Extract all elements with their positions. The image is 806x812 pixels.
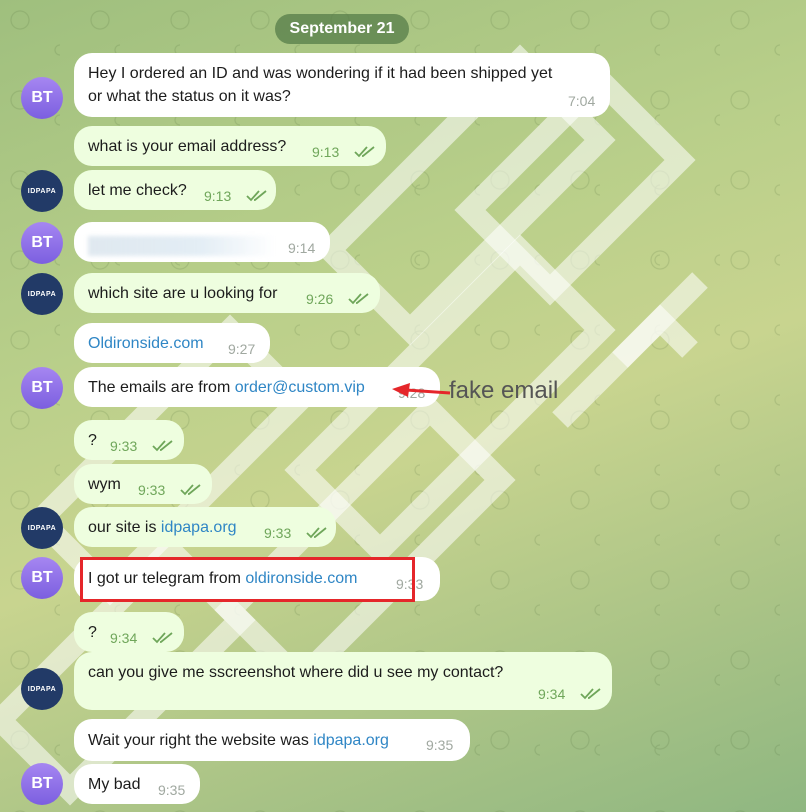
- message-text: our site is idpapa.org: [88, 516, 237, 539]
- message-text-prefix: Wait your right the website was: [88, 732, 314, 749]
- seller-avatar[interactable]: IDPAPA: [21, 507, 63, 549]
- double-check-icon: [180, 484, 201, 496]
- double-check-icon: [348, 293, 369, 305]
- message-time: 9:13: [204, 188, 232, 204]
- seller-avatar[interactable]: IDPAPA: [21, 668, 63, 710]
- message-text: ?: [88, 432, 97, 449]
- customer-avatar[interactable]: BT: [21, 557, 63, 599]
- message-link[interactable]: order@custom.vip: [235, 379, 365, 396]
- message-bubble[interactable]: My bad 9:35: [74, 764, 200, 804]
- customer-avatar[interactable]: BT: [21, 77, 63, 119]
- message-text-prefix: The emails are from: [88, 379, 235, 396]
- message-bubble[interactable]: Oldironside.com 9:27: [74, 323, 270, 363]
- message-text: My bad: [88, 776, 141, 793]
- date-separator: September 21: [275, 14, 409, 44]
- message-bubble[interactable]: The emails are from order@custom.vip 9:2…: [74, 367, 440, 407]
- double-check-icon: [354, 146, 375, 158]
- message-text: Hey I ordered an ID and was wondering if…: [88, 65, 553, 82]
- message-bubble[interactable]: let me check? 9:13: [74, 170, 276, 210]
- message-time: 9:33: [264, 525, 292, 541]
- message-text: what is your email address?: [88, 138, 287, 155]
- redacted-email: [88, 236, 276, 256]
- message-time: 9:34: [110, 630, 138, 646]
- message-text: Wait your right the website was idpapa.o…: [88, 729, 389, 752]
- message-time: 9:14: [288, 240, 316, 256]
- message-time: 9:33: [138, 482, 166, 498]
- seller-avatar[interactable]: IDPAPA: [21, 273, 63, 315]
- message-text: ?: [88, 624, 97, 641]
- message-bubble[interactable]: what is your email address? 9:13: [74, 126, 386, 166]
- message-text: or what the status on it was?: [88, 88, 291, 105]
- red-arrow-icon: [392, 383, 451, 397]
- customer-avatar[interactable]: BT: [21, 222, 63, 264]
- message-time: 7:04: [568, 93, 596, 109]
- message-bubble[interactable]: can you give me sscreenshot where did u …: [74, 652, 612, 710]
- message-bubble[interactable]: wym 9:33: [74, 464, 212, 504]
- message-bubble[interactable]: Wait your right the website was idpapa.o…: [74, 719, 470, 761]
- highlight-box: [80, 557, 415, 602]
- double-check-icon: [246, 190, 267, 202]
- message-time: 9:33: [110, 438, 138, 454]
- message-time: 9:26: [306, 291, 334, 307]
- message-time: 9:27: [228, 341, 256, 357]
- customer-avatar[interactable]: BT: [21, 763, 63, 805]
- message-bubble[interactable]: our site is idpapa.org 9:33: [74, 507, 336, 547]
- message-bubble[interactable]: Hey I ordered an ID and was wondering if…: [74, 53, 610, 117]
- message-text: let me check?: [88, 182, 187, 199]
- message-time: 9:35: [158, 782, 186, 798]
- customer-avatar[interactable]: BT: [21, 367, 63, 409]
- double-check-icon: [580, 688, 601, 700]
- message-link[interactable]: idpapa.org: [161, 519, 237, 536]
- message-time: 9:13: [312, 144, 340, 160]
- message-link[interactable]: Oldironside.com: [88, 332, 204, 355]
- message-text: The emails are from order@custom.vip: [88, 376, 365, 399]
- message-time: 9:35: [426, 737, 454, 753]
- double-check-icon: [306, 527, 327, 539]
- annotation-label: fake email: [449, 377, 559, 404]
- message-time: 9:34: [538, 686, 566, 702]
- message-text: wym: [88, 476, 121, 493]
- double-check-icon: [152, 440, 173, 452]
- double-check-icon: [152, 632, 173, 644]
- message-link[interactable]: idpapa.org: [313, 732, 389, 749]
- message-text-prefix: our site is: [88, 519, 161, 536]
- message-text: can you give me sscreenshot where did u …: [88, 664, 504, 681]
- seller-avatar[interactable]: IDPAPA: [21, 170, 63, 212]
- message-bubble[interactable]: which site are u looking for 9:26: [74, 273, 380, 313]
- message-text: which site are u looking for: [88, 285, 278, 302]
- message-bubble[interactable]: ? 9:34: [74, 612, 184, 652]
- message-bubble[interactable]: ? 9:33: [74, 420, 184, 460]
